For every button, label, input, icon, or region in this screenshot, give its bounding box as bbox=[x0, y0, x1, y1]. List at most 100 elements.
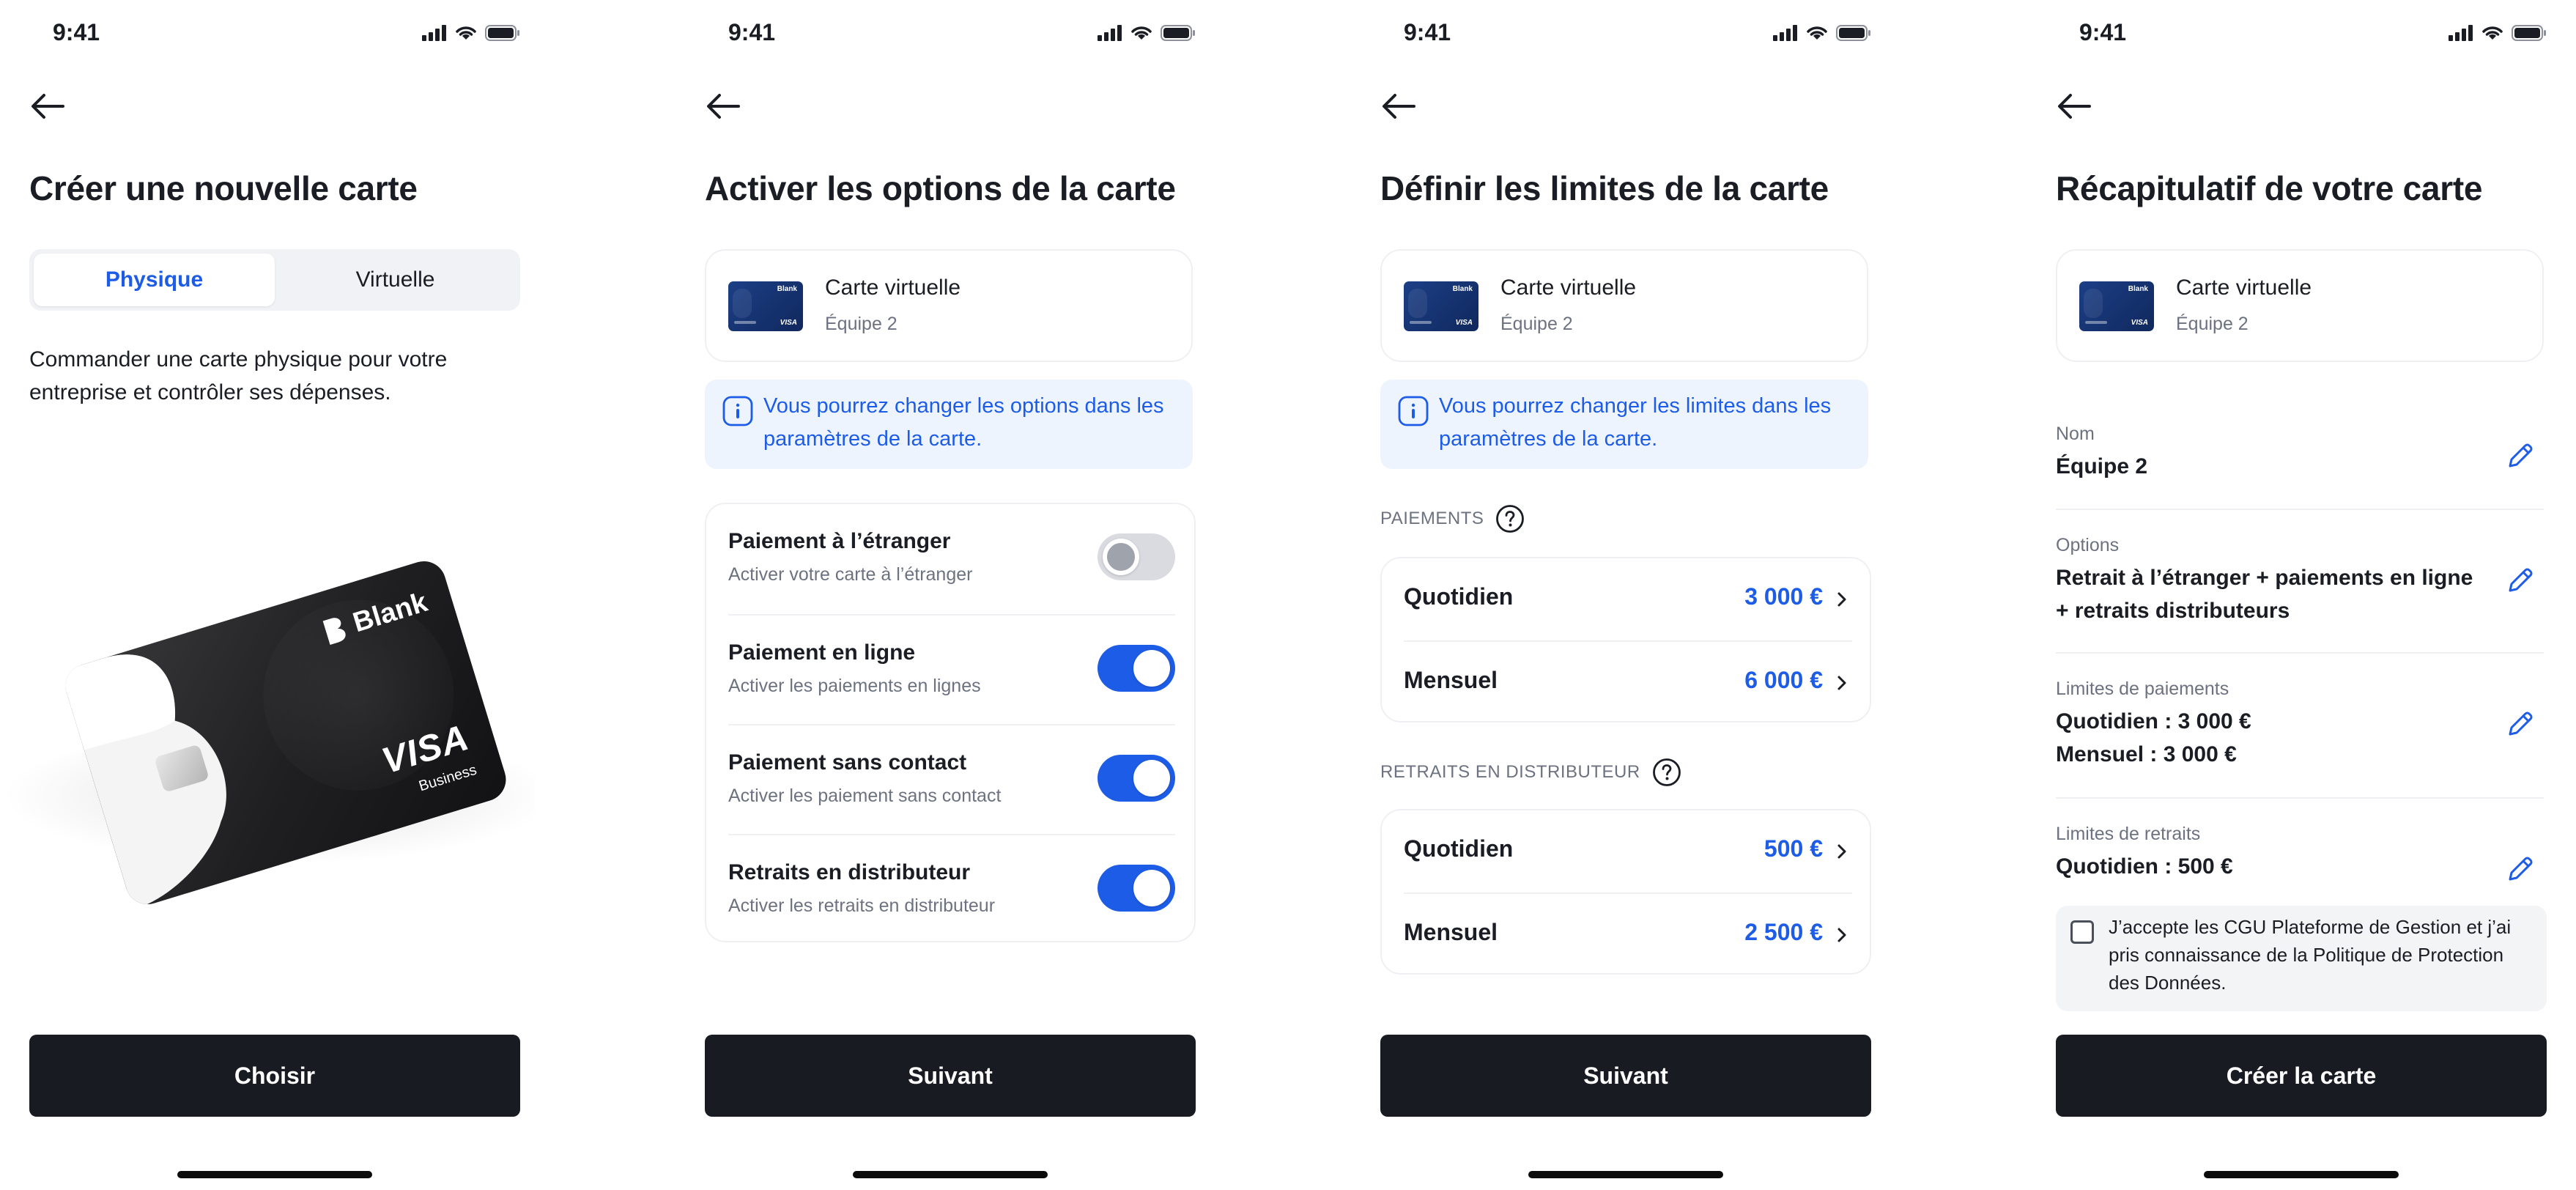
toggle-knob bbox=[1133, 870, 1170, 906]
create-card-button[interactable]: Créer la carte bbox=[2056, 1035, 2547, 1117]
home-indicator bbox=[853, 1171, 1048, 1178]
next-button[interactable]: Suivant bbox=[1380, 1035, 1871, 1117]
option-sub: Activer les paiement sans contact bbox=[728, 786, 1002, 806]
signal-icon bbox=[1098, 25, 1122, 41]
pencil-icon[interactable] bbox=[2504, 564, 2536, 596]
status-icons bbox=[1773, 22, 1871, 44]
option-row-atm: Retraits en distributeur Activer les ret… bbox=[728, 834, 1175, 944]
recap-row-options: Options Retrait à l’étranger + paiements… bbox=[2056, 510, 2544, 654]
status-icons bbox=[2449, 22, 2547, 44]
back-button[interactable] bbox=[28, 86, 67, 126]
section-withdrawals: RETRAITS EN DISTRIBUTEUR bbox=[1380, 758, 1681, 787]
help-icon[interactable] bbox=[1652, 758, 1681, 787]
card-summary: Blank VISA Carte virtuelle Équipe 2 bbox=[2056, 249, 2544, 362]
mini-card-brand: Blank bbox=[1452, 285, 1473, 293]
toggle-foreign-payment[interactable] bbox=[1098, 533, 1175, 580]
battery-icon bbox=[1161, 25, 1195, 41]
info-icon bbox=[1398, 396, 1429, 426]
recap-label: Limites de retraits bbox=[2056, 824, 2201, 844]
page-title: Créer une nouvelle carte bbox=[29, 169, 418, 207]
recap-value-2: Mensuel : 3 000 € bbox=[2056, 742, 2237, 766]
mini-card-shape bbox=[1408, 289, 1427, 318]
battery-icon bbox=[1836, 25, 1870, 41]
limit-value: 500 € bbox=[1763, 835, 1823, 862]
segment-virtuelle[interactable]: Virtuelle bbox=[275, 254, 516, 306]
screen-card-options: 9:41 Activer les options de la carte Bla… bbox=[676, 0, 1210, 1190]
mini-card-network: VISA bbox=[780, 319, 797, 327]
option-label: Paiement sans contact bbox=[728, 750, 967, 775]
status-time: 9:41 bbox=[2079, 19, 2127, 45]
toggle-atm-withdrawal[interactable] bbox=[1098, 865, 1175, 912]
section-withdrawals-label: RETRAITS EN DISTRIBUTEUR bbox=[1380, 762, 1640, 782]
status-bar: 9:41 bbox=[2027, 0, 2561, 66]
info-banner: Vous pourrez changer les limites dans le… bbox=[1380, 380, 1868, 469]
back-arrow-icon bbox=[32, 94, 64, 119]
screen-create-card: 9:41 Créer une nouvelle carte Physique V… bbox=[0, 0, 535, 1190]
limit-row-payment-daily[interactable]: Quotidien 3 000 € bbox=[1404, 558, 1852, 640]
status-time: 9:41 bbox=[728, 19, 776, 45]
terms-checkbox[interactable] bbox=[2070, 920, 2094, 944]
limit-value: 6 000 € bbox=[1744, 667, 1823, 693]
toggle-online-payment[interactable] bbox=[1098, 645, 1175, 692]
card-team: Équipe 2 bbox=[1500, 314, 1573, 334]
mini-card-line bbox=[2085, 321, 2107, 324]
card-summary: Blank VISA Carte virtuelle Équipe 2 bbox=[705, 249, 1193, 362]
option-row-foreign: Paiement à l’étranger Activer votre cart… bbox=[728, 504, 1175, 614]
chevron-right-icon bbox=[1837, 592, 1846, 607]
pencil-icon[interactable] bbox=[2504, 853, 2536, 885]
limit-value: 3 000 € bbox=[1744, 583, 1823, 610]
recap-value: Quotidien : 3 000 € bbox=[2056, 709, 2251, 733]
mini-card-shape bbox=[2084, 289, 2103, 318]
pencil-icon[interactable] bbox=[2504, 440, 2536, 472]
mini-card-line bbox=[1410, 321, 1432, 324]
mini-card-brand: Blank bbox=[2128, 285, 2148, 293]
payment-limits: Quotidien 3 000 € Mensuel 6 000 € bbox=[1380, 557, 1871, 722]
option-sub: Activer les retraits en distributeur bbox=[728, 895, 996, 916]
chevron-right-icon bbox=[1837, 676, 1846, 690]
back-button[interactable] bbox=[2054, 86, 2094, 126]
home-indicator bbox=[1528, 1171, 1723, 1178]
back-arrow-icon bbox=[2058, 94, 2091, 119]
wifi-icon bbox=[2482, 26, 2503, 40]
back-button[interactable] bbox=[1379, 86, 1418, 126]
recap-label: Nom bbox=[2056, 424, 2095, 444]
mini-card-network: VISA bbox=[2131, 319, 2148, 327]
next-button[interactable]: Suivant bbox=[705, 1035, 1196, 1117]
physical-card-illustration: Blank VISA Business bbox=[0, 555, 535, 910]
limit-label: Quotidien bbox=[1404, 835, 1514, 862]
choose-button[interactable]: Choisir bbox=[29, 1035, 520, 1117]
limit-row-withdrawal-monthly[interactable]: Mensuel 2 500 € bbox=[1404, 892, 1852, 975]
recap-label: Limites de paiements bbox=[2056, 679, 2229, 699]
back-button[interactable] bbox=[703, 86, 743, 126]
limit-row-withdrawal-daily[interactable]: Quotidien 500 € bbox=[1404, 810, 1852, 892]
recap-row-payment-limits: Limites de paiements Quotidien : 3 000 €… bbox=[2056, 654, 2544, 799]
signal-icon bbox=[422, 25, 446, 41]
recap-value: Quotidien : 500 € bbox=[2056, 854, 2233, 879]
back-arrow-icon bbox=[1383, 94, 1415, 119]
help-icon[interactable] bbox=[1495, 504, 1525, 533]
toggle-contactless-payment[interactable] bbox=[1098, 755, 1175, 802]
info-text: Vous pourrez changer les options dans le… bbox=[763, 394, 1164, 451]
mini-card-shape bbox=[733, 289, 752, 318]
limit-label: Mensuel bbox=[1404, 919, 1498, 945]
recap-row-withdrawal-limits: Limites de retraits Quotidien : 500 € bbox=[2056, 799, 2544, 894]
limit-value: 2 500 € bbox=[1744, 919, 1823, 945]
limit-row-payment-monthly[interactable]: Mensuel 6 000 € bbox=[1404, 640, 1852, 722]
option-label: Paiement en ligne bbox=[728, 640, 916, 665]
recap-value: Retrait à l’étranger + paiements en lign… bbox=[2056, 566, 2473, 623]
info-icon bbox=[722, 396, 753, 426]
screen-card-limits: 9:41 Définir les limites de la carte Bla… bbox=[1351, 0, 1886, 1190]
status-time: 9:41 bbox=[1404, 19, 1451, 45]
recap-label: Options bbox=[2056, 535, 2120, 555]
segment-physique[interactable]: Physique bbox=[34, 254, 275, 306]
terms-box: J’accepte les CGU Plateforme de Gestion … bbox=[2056, 906, 2547, 1011]
toggle-knob bbox=[1133, 760, 1170, 797]
pencil-icon[interactable] bbox=[2504, 708, 2536, 740]
card-team: Équipe 2 bbox=[825, 314, 897, 334]
card-name: Carte virtuelle bbox=[825, 276, 961, 300]
signal-icon bbox=[2449, 25, 2473, 41]
battery-icon bbox=[485, 25, 519, 41]
limit-label: Quotidien bbox=[1404, 583, 1514, 610]
toggle-knob bbox=[1133, 650, 1170, 687]
toggle-knob bbox=[1103, 539, 1139, 575]
